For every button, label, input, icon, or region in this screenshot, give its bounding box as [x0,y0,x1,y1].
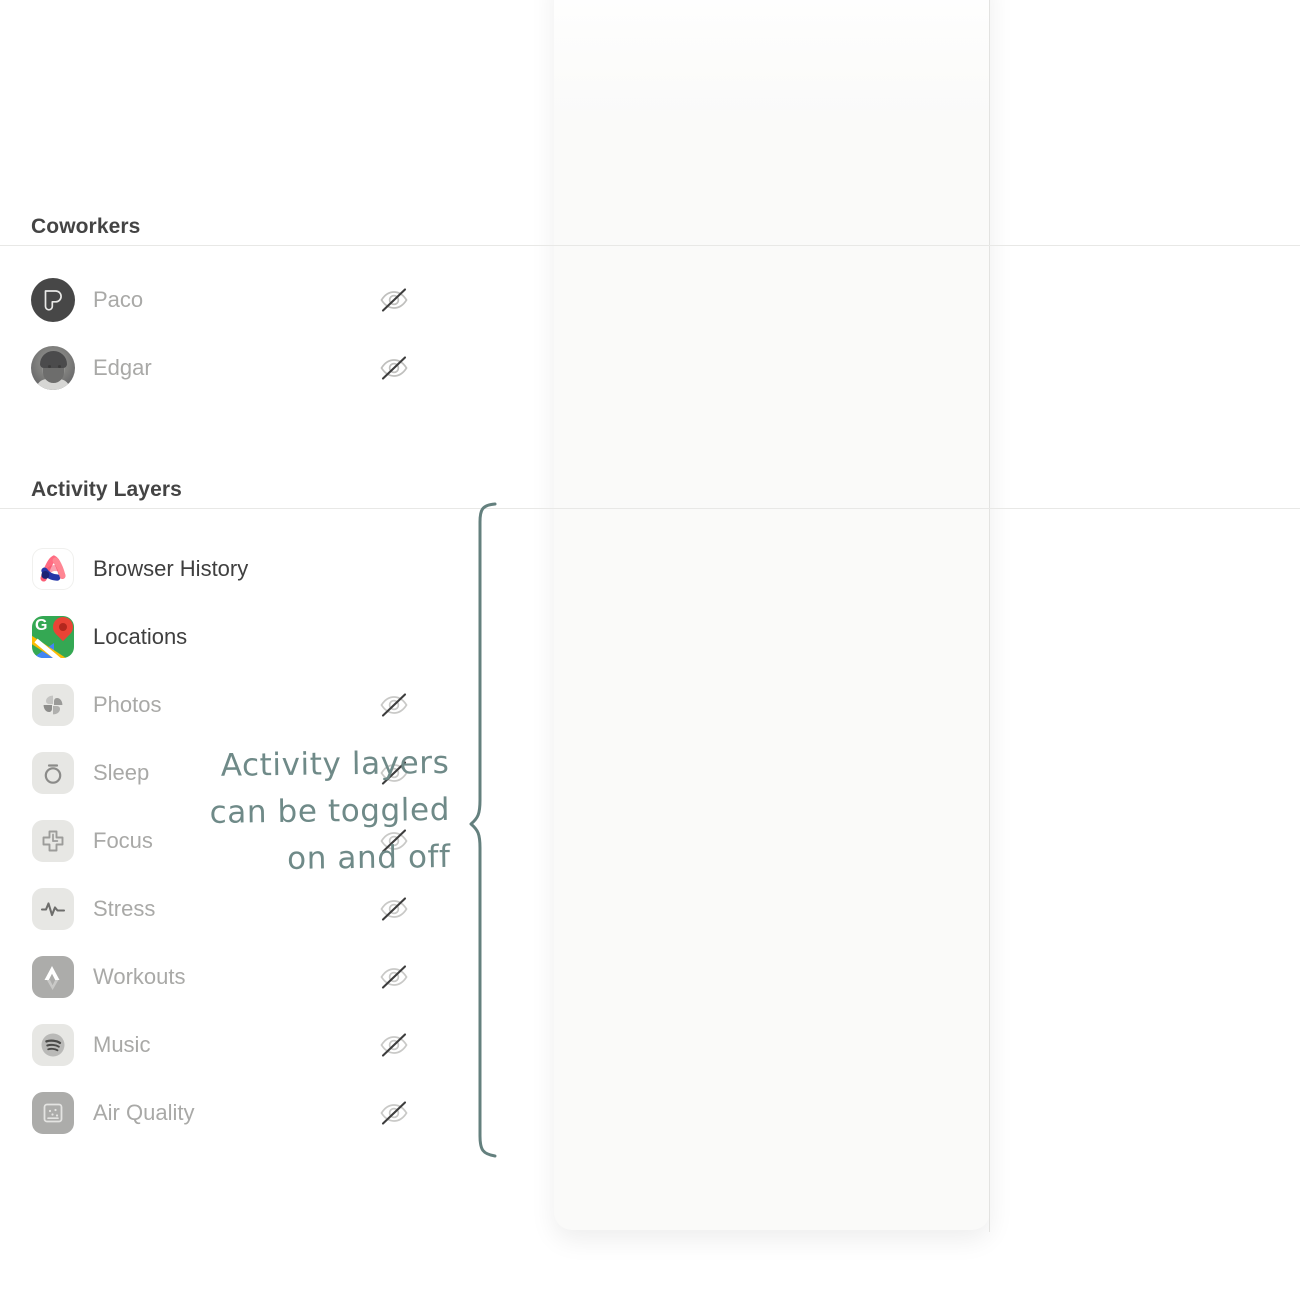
google-photos-icon [32,684,74,726]
layer-icon [31,955,75,999]
oura-ring-icon [32,752,74,794]
list-item-browser-history[interactable]: Browser History [0,541,436,597]
eye-off-icon[interactable] [377,960,411,994]
eye-off-icon[interactable] [377,892,411,926]
list-item-label: Music [93,1032,151,1057]
list-item-label: Workouts [93,964,186,989]
spotify-icon [32,1024,74,1066]
list-item-workouts[interactable]: Workouts [0,949,436,1005]
layer-icon [31,819,75,863]
eye-off-icon[interactable] [377,688,411,722]
list-item-coworker-paco[interactable]: Paco [0,272,436,328]
layer-icon [31,547,75,591]
list-item-stress[interactable]: Stress [0,881,436,937]
arc-browser-icon [32,548,74,590]
heart-rate-icon [32,888,74,930]
list-item-coworker-edgar[interactable]: Edgar [0,340,436,396]
annotation-line-2: can be toggled [209,792,451,831]
list-item-air-quality[interactable]: Air Quality [0,1085,436,1141]
section-header-activity-layers: Activity Layers [0,465,1300,509]
layer-icon [31,1023,75,1067]
eye-off-icon[interactable] [377,283,411,317]
list-item-label: Stress [93,896,156,921]
activity-sidebar-panel [554,0,990,1230]
list-item-music[interactable]: Music [0,1017,436,1073]
avatar [31,346,75,390]
eye-off-icon[interactable] [377,1096,411,1130]
focus-clock-icon [32,820,74,862]
list-item-photos[interactable]: Photos [0,677,436,733]
strava-icon [32,956,74,998]
list-item-label: Air Quality [93,1100,195,1125]
layer-icon [31,751,75,795]
annotation-line-3: on and off [286,839,451,878]
air-sensor-icon [32,1092,74,1134]
avatar-paco-icon [31,278,75,322]
panel-right-divider [989,0,990,1232]
google-maps-icon: G [32,616,74,658]
list-item-label: Locations [93,624,188,649]
annotation-bracket [469,502,497,1158]
list-item-label: Edgar [93,355,152,380]
list-item-label: Browser History [93,556,249,581]
list-item-label: Paco [93,287,144,312]
avatar [31,278,75,322]
eye-off-icon[interactable] [377,1028,411,1062]
avatar-edgar-icon [31,346,75,390]
layer-icon [31,683,75,727]
eye-off-icon[interactable] [377,351,411,385]
annotation-text: Activity layers can be toggled on and of… [109,740,451,885]
annotation-line-1: Activity layers [220,744,450,784]
layer-icon: G [31,615,75,659]
list-item-label: Photos [93,692,162,717]
list-item-locations[interactable]: G Locations [0,609,436,665]
panel-top-fade [554,0,990,120]
section-header-coworkers: Coworkers [0,202,1300,246]
layer-icon [31,1091,75,1135]
layer-icon [31,887,75,931]
